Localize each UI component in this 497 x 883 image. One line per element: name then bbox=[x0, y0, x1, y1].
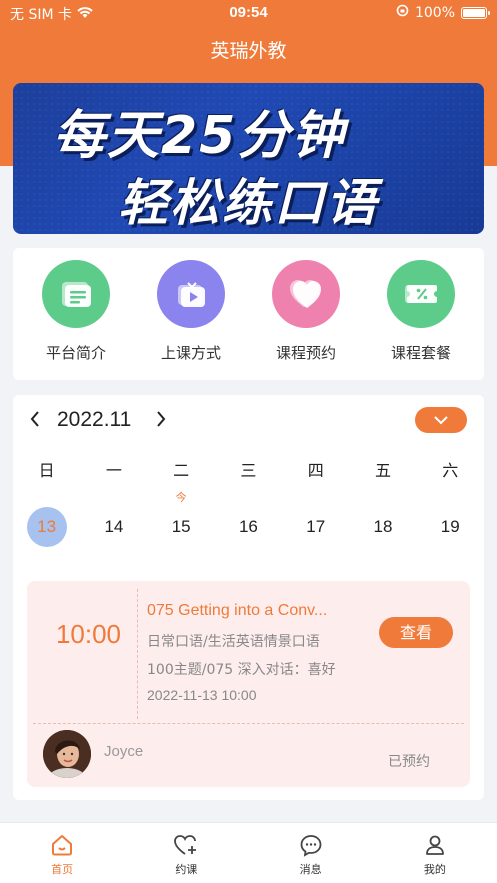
quick-actions-card: 平台简介 上课方式 课程预约 课程套餐 bbox=[13, 248, 484, 380]
weekday: 三 bbox=[240, 461, 257, 480]
chevron-right-icon[interactable] bbox=[155, 409, 167, 433]
quick-action-class-method[interactable]: 上课方式 bbox=[141, 260, 241, 363]
weekday: 六 bbox=[442, 461, 459, 480]
calendar-day[interactable]: 今 15 bbox=[148, 492, 215, 547]
tab-label: 消息 bbox=[299, 863, 322, 876]
weekday: 日 bbox=[38, 461, 55, 480]
today-marker: 今 bbox=[175, 492, 187, 504]
calendar-day[interactable]: 16 bbox=[215, 507, 282, 547]
banner-subheadline: 轻松练口语 bbox=[118, 174, 378, 232]
day-row: 13 14 今 15 16 17 18 19 bbox=[13, 492, 484, 547]
day-number: 13 bbox=[26, 507, 67, 547]
weekday-row: 日 一 二 三 四 五 六 bbox=[13, 457, 484, 481]
tab-booking[interactable]: 约课 bbox=[124, 823, 248, 883]
lesson-category: 日常口语/生活英语情景口语 bbox=[147, 634, 320, 650]
calendar-month: 2022.11 bbox=[57, 408, 132, 431]
tab-label: 首页 bbox=[51, 863, 74, 876]
weekday: 一 bbox=[105, 461, 122, 480]
page-title: 英瑞外教 bbox=[210, 40, 287, 62]
coupon-icon bbox=[387, 260, 455, 328]
tab-label: 我的 bbox=[423, 863, 446, 876]
calendar-card: 2022.11 日 一 二 三 四 五 六 13 14 今 15 16 17 18… bbox=[13, 395, 484, 800]
day-number: 14 bbox=[104, 517, 124, 536]
quick-action-label: 课程套餐 bbox=[390, 344, 451, 362]
booking-status: 已预约 bbox=[388, 754, 430, 770]
teacher-name: Joyce bbox=[104, 743, 144, 760]
lesson-title: 075 Getting into a Conv... bbox=[147, 602, 328, 619]
lesson-datetime: 2022-11-13 10:00 bbox=[147, 687, 257, 703]
quick-action-label: 课程预约 bbox=[275, 344, 336, 362]
quick-action-label: 上课方式 bbox=[160, 344, 221, 362]
calendar-day[interactable]: 18 bbox=[349, 507, 416, 547]
view-lesson-button[interactable]: 查看 bbox=[379, 617, 453, 648]
status-bar: 无 SIM 卡 09:54 100% bbox=[0, 0, 497, 26]
message-icon bbox=[249, 832, 373, 858]
quick-action-course-packages[interactable]: 课程套餐 bbox=[371, 260, 471, 363]
calendar-day[interactable]: 19 bbox=[417, 507, 484, 547]
lesson-time: 10:00 bbox=[55, 619, 122, 649]
status-right: 100% bbox=[396, 4, 490, 21]
lesson-topic: 100主题/075 深入对话：喜好 bbox=[147, 662, 336, 678]
lesson-divider-horizontal bbox=[33, 723, 464, 724]
quick-action-label: 平台简介 bbox=[45, 344, 106, 362]
bottom-tab-bar: 首页 约课 消息 我的 bbox=[0, 822, 497, 883]
battery-percent: 100% bbox=[414, 4, 455, 21]
avatar[interactable] bbox=[43, 730, 91, 778]
weekday: 四 bbox=[307, 461, 324, 480]
promo-banner[interactable]: 每天25分钟 轻松练口语 bbox=[13, 83, 484, 234]
lesson-card[interactable]: 10:00 075 Getting into a Conv... 日常口语/生活… bbox=[27, 581, 470, 787]
lesson-divider-vertical bbox=[137, 589, 138, 719]
orientation-lock-icon bbox=[396, 4, 409, 21]
tab-home[interactable]: 首页 bbox=[0, 823, 124, 883]
quick-action-platform-intro[interactable]: 平台简介 bbox=[26, 260, 126, 363]
quick-action-course-booking[interactable]: 课程预约 bbox=[256, 260, 356, 363]
day-number: 17 bbox=[306, 517, 326, 536]
calendar-day[interactable]: 14 bbox=[80, 507, 147, 547]
tab-messages[interactable]: 消息 bbox=[249, 823, 373, 883]
weekday: 二 bbox=[173, 461, 190, 480]
heart-icon bbox=[272, 260, 340, 328]
chevron-down-icon bbox=[434, 416, 448, 425]
weekday: 五 bbox=[374, 461, 391, 480]
tab-profile[interactable]: 我的 bbox=[373, 823, 497, 883]
calendar-day[interactable]: 17 bbox=[282, 507, 349, 547]
home-icon bbox=[0, 832, 124, 858]
user-icon bbox=[373, 832, 497, 858]
day-number: 15 bbox=[171, 517, 191, 536]
chevron-left-icon[interactable] bbox=[29, 409, 41, 433]
document-icon bbox=[42, 260, 110, 328]
day-number: 18 bbox=[373, 517, 393, 536]
day-number: 16 bbox=[238, 517, 258, 536]
calendar-expand-button[interactable] bbox=[415, 407, 467, 433]
battery-icon bbox=[461, 6, 490, 19]
calendar-day-selected[interactable]: 13 bbox=[13, 507, 80, 547]
tab-label: 约课 bbox=[175, 863, 198, 876]
day-number: 19 bbox=[440, 517, 460, 536]
calendar-header: 2022.11 bbox=[13, 395, 484, 447]
banner-headline: 每天25分钟 bbox=[53, 106, 346, 166]
video-play-icon bbox=[157, 260, 225, 328]
heart-plus-icon bbox=[124, 832, 248, 858]
